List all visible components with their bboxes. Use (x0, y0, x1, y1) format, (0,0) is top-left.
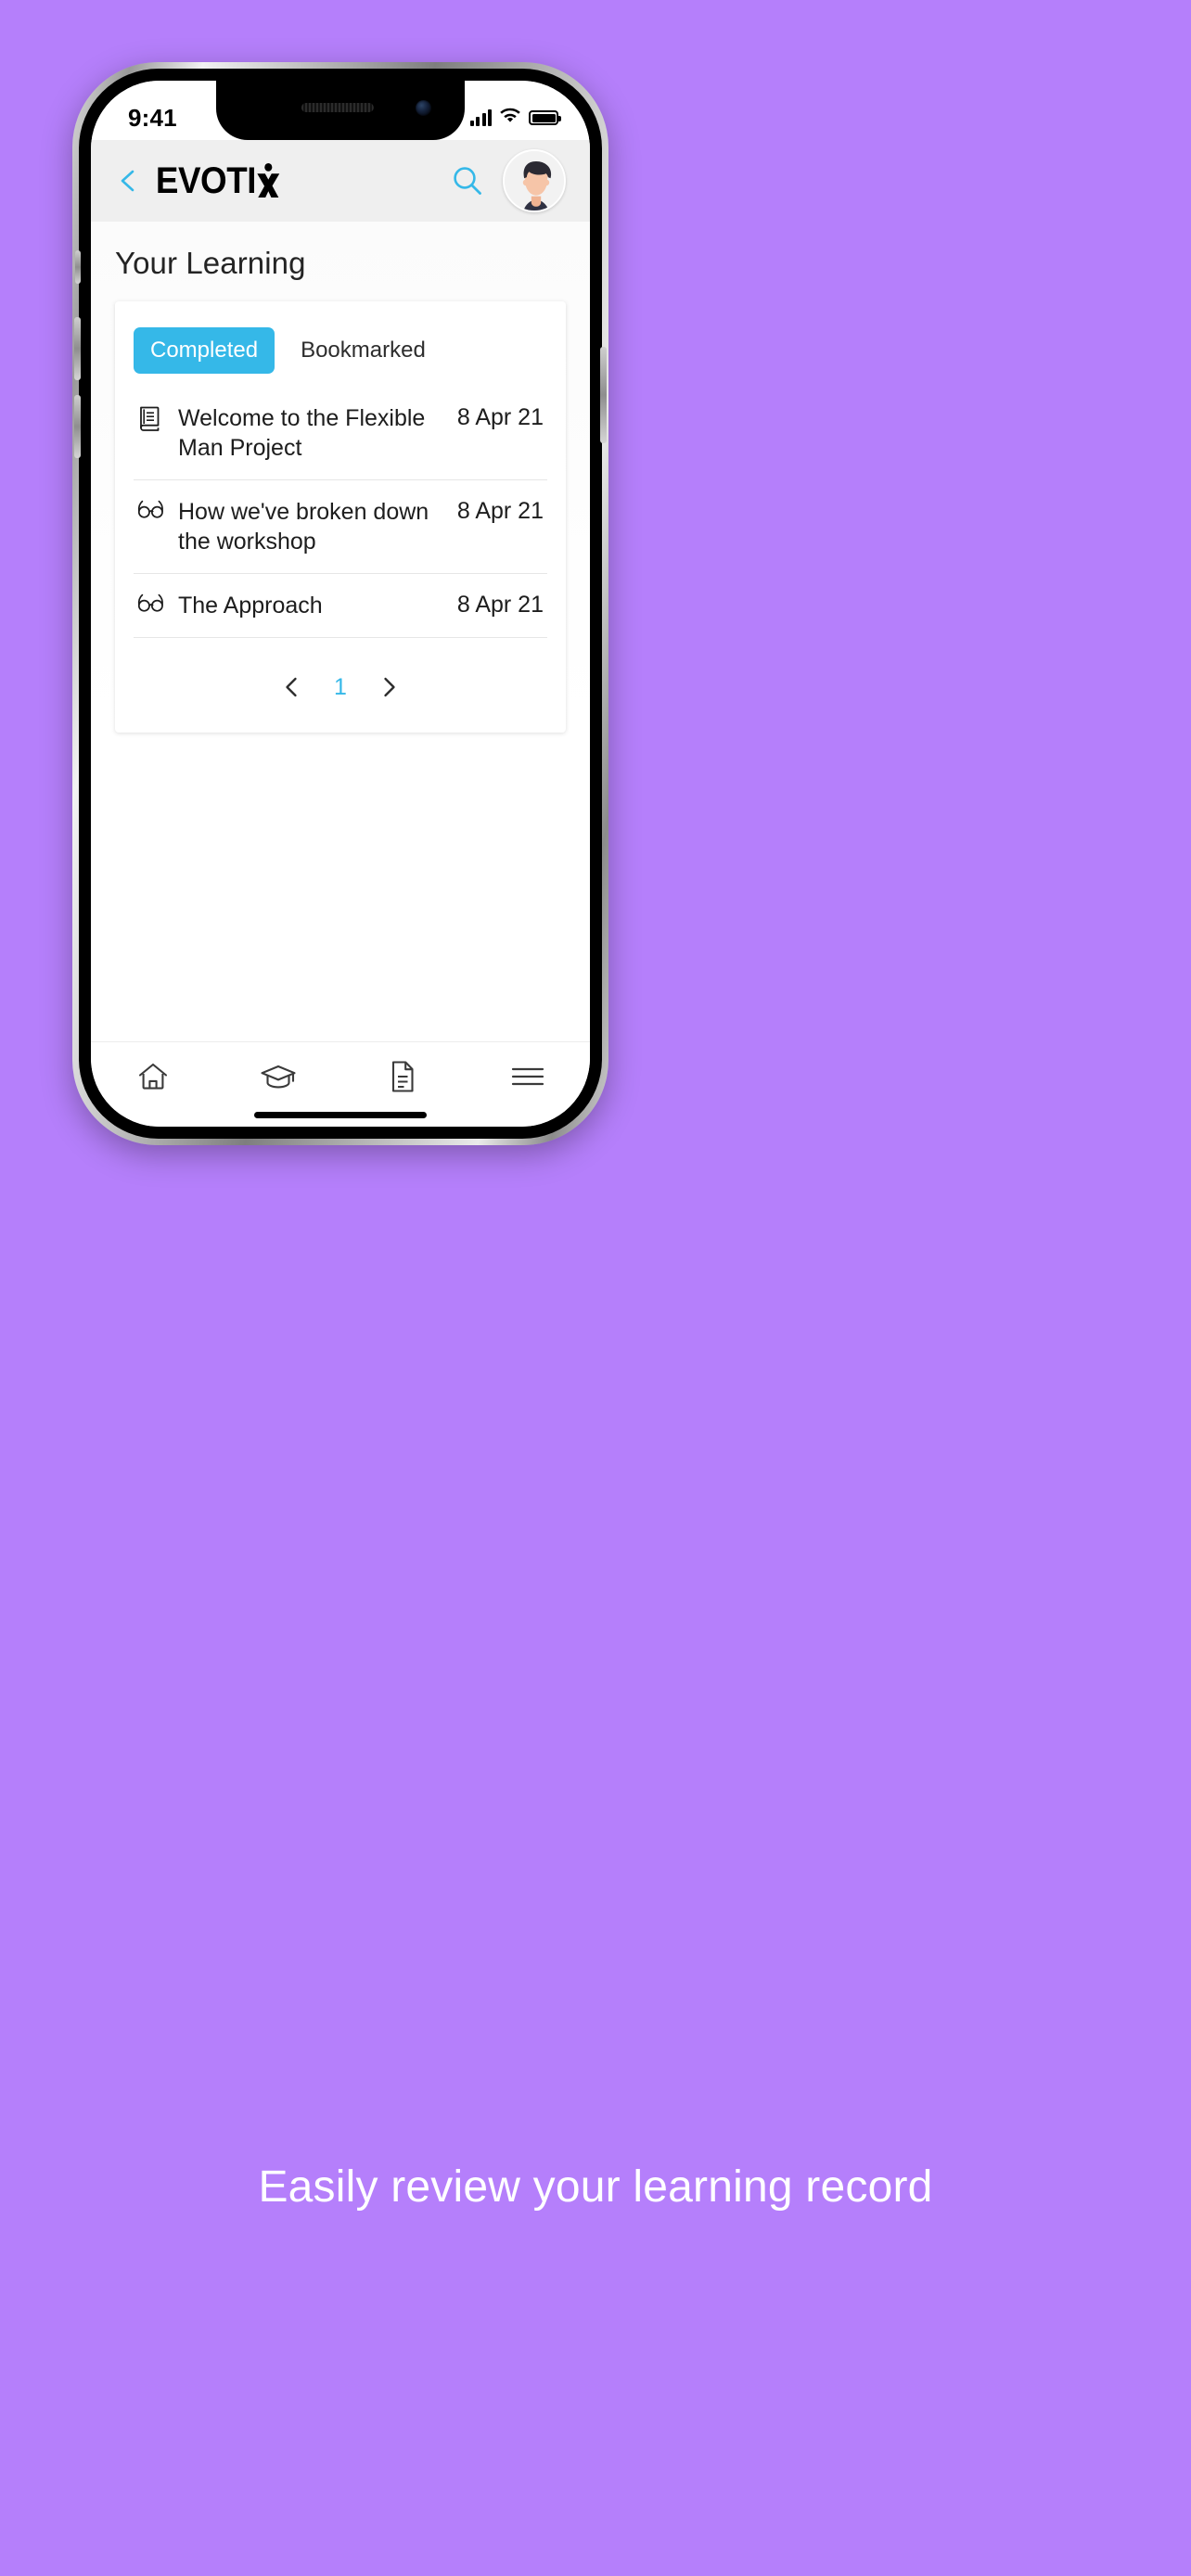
phone-body: 9:41 EVOTI Your Learning Completed Bookm… (74, 69, 607, 1139)
cellular-signal-icon (469, 109, 492, 126)
promo-caption: Easily review your learning record (258, 2162, 933, 2212)
page-body: Your Learning Completed Bookmarked Welco… (91, 222, 590, 1041)
tab-completed[interactable]: Completed (134, 327, 275, 374)
tab-bookmarked[interactable]: Bookmarked (284, 327, 442, 374)
chevron-left-icon[interactable] (278, 673, 306, 701)
wifi-icon (500, 108, 520, 128)
app-header: EVOTI (91, 140, 590, 222)
list-item[interactable]: How we've broken down the workshop 8 Apr… (134, 480, 547, 574)
speaker-grille (301, 103, 374, 112)
glasses-icon (137, 591, 165, 618)
back-chevron-icon[interactable] (115, 167, 143, 195)
glasses-icon (137, 497, 165, 524)
silent-switch[interactable] (75, 250, 81, 284)
search-icon[interactable] (447, 160, 488, 201)
list-item-title: How we've broken down the workshop (178, 499, 429, 555)
nav-hamburger-menu-icon[interactable] (494, 1052, 561, 1102)
list-item-title: The Approach (178, 593, 323, 618)
list-item-date: 8 Apr 21 (456, 498, 544, 524)
volume-down-button[interactable] (74, 395, 81, 458)
volume-up-button[interactable] (74, 317, 81, 380)
learning-card: Completed Bookmarked Welcome to the Flex… (115, 301, 566, 733)
list-item-date: 8 Apr 21 (456, 404, 544, 430)
list-item[interactable]: Welcome to the Flexible Man Project 8 Ap… (134, 387, 547, 480)
front-camera (416, 100, 431, 116)
chevron-right-icon[interactable] (375, 673, 403, 701)
phone-notch (216, 81, 465, 140)
tab-bar: Completed Bookmarked (134, 322, 547, 387)
status-bar-time: 9:41 (128, 103, 177, 132)
list-item[interactable]: The Approach 8 Apr 21 (134, 574, 547, 638)
phone-screen: 9:41 EVOTI Your Learning Completed Bookm… (91, 81, 590, 1127)
battery-icon (529, 110, 561, 125)
list-item-title: Welcome to the Flexible Man Project (178, 405, 426, 461)
page-number[interactable]: 1 (334, 674, 347, 701)
phone-frame: 9:41 EVOTI Your Learning Completed Bookm… (72, 62, 608, 1145)
pagination: 1 (134, 638, 547, 701)
power-button[interactable] (600, 347, 607, 443)
nav-home-icon[interactable] (120, 1052, 186, 1102)
status-bar-icons (469, 108, 561, 128)
list-item-date: 8 Apr 21 (456, 592, 544, 618)
home-indicator (254, 1112, 427, 1118)
nav-document-icon[interactable] (369, 1052, 436, 1102)
nav-graduation-cap-icon[interactable] (245, 1052, 312, 1102)
user-avatar[interactable] (503, 149, 566, 212)
book-icon (137, 403, 165, 436)
page-title: Your Learning (115, 246, 306, 280)
evotix-logo: EVOTI (156, 160, 281, 202)
evotix-logo-x-figure (255, 162, 281, 199)
